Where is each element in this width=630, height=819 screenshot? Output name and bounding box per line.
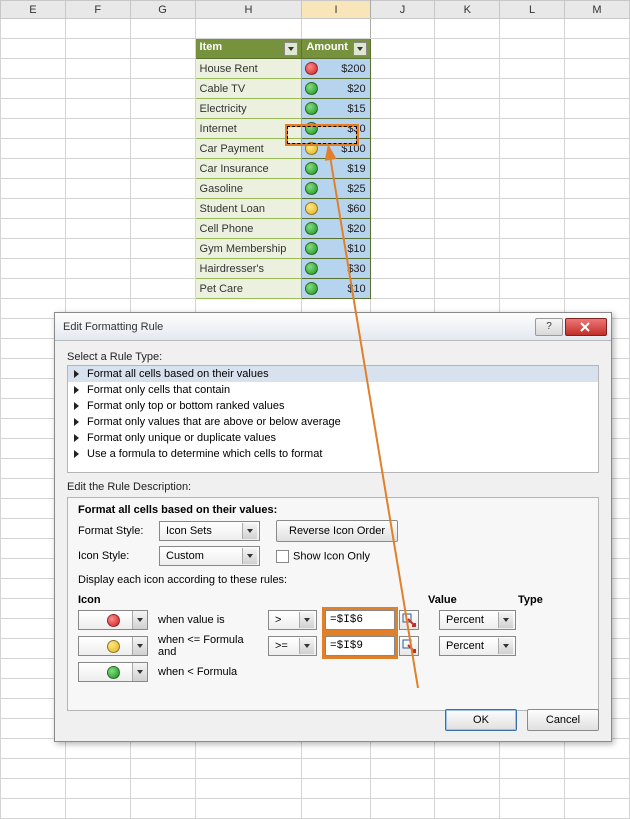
- type-combo[interactable]: Percent: [439, 636, 516, 656]
- traffic-light-icon: [305, 202, 318, 215]
- traffic-light-icon: [305, 222, 318, 235]
- table-row-amount[interactable]: $30: [302, 259, 370, 279]
- col-icon: Icon: [78, 594, 248, 606]
- column-header[interactable]: E: [1, 1, 66, 19]
- rule-condition-text: when <= Formula and: [152, 634, 264, 658]
- table-row-item[interactable]: Gym Membership: [195, 239, 302, 259]
- selected-cell-highlight: [285, 124, 359, 146]
- edit-rule-description-label: Edit the Rule Description:: [67, 481, 599, 493]
- col-value: Value: [428, 594, 518, 606]
- icon-rule-row: when < Formula: [78, 662, 588, 682]
- format-style-combo[interactable]: Icon Sets: [159, 521, 260, 541]
- rule-type-item[interactable]: Use a formula to determine which cells t…: [68, 446, 598, 462]
- triangle-icon: [74, 370, 83, 378]
- triangle-icon: [74, 450, 83, 458]
- column-header[interactable]: H: [195, 1, 302, 19]
- table-row-amount[interactable]: $15: [302, 99, 370, 119]
- icon-selector[interactable]: [78, 662, 148, 682]
- table-row-amount[interactable]: $10: [302, 279, 370, 299]
- show-icon-only-checkbox[interactable]: Show Icon Only: [276, 550, 370, 563]
- traffic-light-icon: [305, 82, 318, 95]
- col-type: Type: [518, 594, 543, 606]
- filter-icon[interactable]: [284, 42, 298, 56]
- column-header[interactable]: I: [302, 1, 370, 19]
- rule-type-list[interactable]: Format all cells based on their valuesFo…: [67, 365, 599, 473]
- table-row-item[interactable]: Electricity: [195, 99, 302, 119]
- rule-condition-text: when value is: [152, 614, 264, 626]
- table-header-item[interactable]: Item: [195, 39, 302, 59]
- display-rules-text: Display each icon according to these rul…: [78, 574, 588, 586]
- table-row-item[interactable]: Car Insurance: [195, 159, 302, 179]
- range-selector-button[interactable]: [399, 636, 419, 656]
- traffic-light-icon: [107, 640, 120, 653]
- triangle-icon: [74, 402, 83, 410]
- icon-selector[interactable]: [78, 610, 148, 630]
- range-selector-button[interactable]: [399, 610, 419, 630]
- rule-type-item[interactable]: Format only cells that contain: [68, 382, 598, 398]
- rule-type-item[interactable]: Format only values that are above or bel…: [68, 414, 598, 430]
- close-button[interactable]: [565, 318, 607, 336]
- ok-button[interactable]: OK: [445, 709, 517, 731]
- table-row-amount[interactable]: $10: [302, 239, 370, 259]
- value-input[interactable]: =$I$9: [325, 636, 395, 656]
- triangle-icon: [74, 386, 83, 394]
- traffic-light-icon: [305, 62, 318, 75]
- select-rule-type-label: Select a Rule Type:: [67, 351, 599, 363]
- table-row-amount[interactable]: $20: [302, 79, 370, 99]
- type-combo[interactable]: Percent: [439, 610, 516, 630]
- table-row-amount[interactable]: $200: [302, 59, 370, 79]
- table-row-item[interactable]: Pet Care: [195, 279, 302, 299]
- rule-type-item[interactable]: Format only unique or duplicate values: [68, 430, 598, 446]
- traffic-light-icon: [305, 282, 318, 295]
- edit-formatting-rule-dialog: Edit Formatting Rule ? Select a Rule Typ…: [54, 312, 612, 742]
- value-input[interactable]: =$I$6: [325, 610, 395, 630]
- filter-icon[interactable]: [353, 42, 367, 56]
- rule-description-area: Format all cells based on their values: …: [67, 497, 599, 711]
- dialog-titlebar[interactable]: Edit Formatting Rule ?: [55, 313, 611, 341]
- table-row-item[interactable]: Student Loan: [195, 199, 302, 219]
- rule-condition-text: when < Formula: [152, 666, 264, 678]
- column-header[interactable]: F: [65, 1, 130, 19]
- format-heading: Format all cells based on their values:: [78, 504, 588, 516]
- operator-combo[interactable]: >: [268, 610, 317, 630]
- operator-combo[interactable]: >=: [268, 636, 317, 656]
- icon-rule-row: when <= Formula and>= =$I$9 Percent: [78, 634, 588, 658]
- format-style-label: Format Style:: [78, 525, 153, 537]
- column-header[interactable]: K: [435, 1, 500, 19]
- table-row-amount[interactable]: $25: [302, 179, 370, 199]
- traffic-light-icon: [305, 182, 318, 195]
- rule-type-item[interactable]: Format only top or bottom ranked values: [68, 398, 598, 414]
- icon-style-combo[interactable]: Custom: [159, 546, 260, 566]
- table-row-item[interactable]: Cell Phone: [195, 219, 302, 239]
- help-button[interactable]: ?: [535, 318, 563, 336]
- column-header[interactable]: J: [370, 1, 435, 19]
- traffic-light-icon: [305, 102, 318, 115]
- column-header[interactable]: M: [564, 1, 629, 19]
- dialog-title: Edit Formatting Rule: [63, 321, 163, 333]
- triangle-icon: [74, 434, 83, 442]
- table-row-item[interactable]: Hairdresser's: [195, 259, 302, 279]
- traffic-light-icon: [305, 242, 318, 255]
- table-row-amount[interactable]: $60: [302, 199, 370, 219]
- table-row-item[interactable]: House Rent: [195, 59, 302, 79]
- table-header-amount[interactable]: Amount: [302, 39, 370, 59]
- table-row-item[interactable]: Cable TV: [195, 79, 302, 99]
- rule-type-item[interactable]: Format all cells based on their values: [68, 366, 598, 382]
- cancel-button[interactable]: Cancel: [527, 709, 599, 731]
- table-row-amount[interactable]: $20: [302, 219, 370, 239]
- traffic-light-icon: [107, 666, 120, 679]
- triangle-icon: [74, 418, 83, 426]
- column-header[interactable]: L: [500, 1, 565, 19]
- traffic-light-icon: [305, 262, 318, 275]
- table-row-item[interactable]: Gasoline: [195, 179, 302, 199]
- traffic-light-icon: [107, 614, 120, 627]
- traffic-light-icon: [305, 162, 318, 175]
- icon-style-label: Icon Style:: [78, 550, 153, 562]
- reverse-icon-order-button[interactable]: Reverse Icon Order: [276, 520, 398, 542]
- column-header[interactable]: G: [130, 1, 195, 19]
- icon-rule-row: when value is > =$I$6 Percent: [78, 610, 588, 630]
- icon-selector[interactable]: [78, 636, 148, 656]
- table-row-amount[interactable]: $19: [302, 159, 370, 179]
